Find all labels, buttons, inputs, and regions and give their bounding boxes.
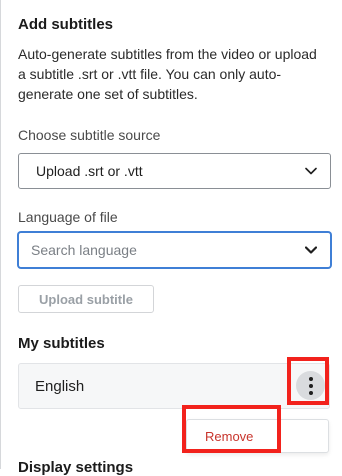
subtitle-source-label: Choose subtitle source xyxy=(18,127,161,143)
chevron-down-icon xyxy=(304,164,318,178)
add-subtitles-heading: Add subtitles xyxy=(18,16,114,33)
language-label: Language of file xyxy=(18,209,118,225)
highlight-box xyxy=(182,405,281,453)
language-search-input[interactable]: Search language xyxy=(31,242,304,258)
upload-subtitle-button[interactable]: Upload subtitle xyxy=(18,285,154,313)
subtitle-list-item: English xyxy=(18,363,330,409)
subtitle-source-value: Upload .srt or .vtt xyxy=(36,163,143,179)
highlight-box xyxy=(287,357,329,405)
subtitles-panel: Add subtitles Auto-generate subtitles fr… xyxy=(0,0,342,476)
my-subtitles-heading: My subtitles xyxy=(18,335,105,352)
chevron-down-icon xyxy=(304,243,318,257)
display-settings-heading: Display settings xyxy=(18,459,134,476)
subtitle-language: English xyxy=(35,378,85,395)
add-subtitles-description: Auto-generate subtitles from the video o… xyxy=(18,46,317,102)
panel-divider xyxy=(0,0,1,469)
subtitle-source-select[interactable]: Upload .srt or .vtt xyxy=(18,153,331,189)
language-select[interactable]: Search language xyxy=(18,232,331,268)
